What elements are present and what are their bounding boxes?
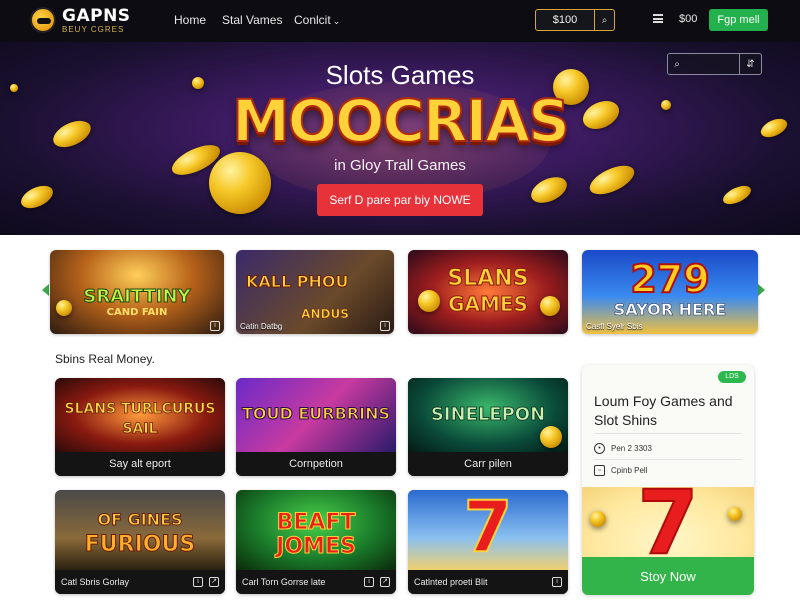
game-subtitle: GAMES — [448, 292, 529, 316]
carousel-prev-arrow[interactable] — [42, 284, 49, 296]
game-art — [55, 490, 225, 570]
game-subtitle: CAND FAIN — [106, 307, 168, 318]
game-caption: Casfl Syelr Sbis — [586, 322, 643, 331]
game-subtitle: SAYOR HERE — [613, 300, 727, 319]
logo-text: GAPNS — [62, 6, 131, 26]
info-icon[interactable]: i — [193, 577, 203, 587]
game-card[interactable]: BEAFT JOMES Carl Torn Gorrse late i ↗ — [236, 490, 396, 594]
game-card[interactable]: 7 Catlnted proeti Blit i — [408, 490, 568, 594]
game-card[interactable]: SLANS TURLCURUS SAIL Say alt eport — [55, 378, 225, 476]
phone-icon: • — [594, 443, 605, 454]
promo-panel: LDS Loum Foy Games and Slot Shins • Pen … — [582, 365, 754, 595]
hero-search-input[interactable] — [686, 58, 739, 70]
logo-mascot-icon — [30, 7, 56, 33]
section-title: Sbins Real Money. — [55, 352, 155, 366]
game-label: Say alt eport — [55, 452, 225, 476]
hero-search-bar[interactable]: ⌕ ⇵ — [667, 53, 762, 75]
coin-icon — [540, 426, 562, 448]
info-icon[interactable]: i — [380, 321, 390, 331]
game-title: BEAFT — [276, 510, 356, 535]
nav-amount-value: $100 — [552, 14, 578, 26]
game-card[interactable]: SINELEPON Carr pilen — [408, 378, 568, 476]
nav-amount-field[interactable]: $100 ⌕ — [535, 9, 615, 31]
promo-row-phone: • Pen 2 3303 — [594, 443, 652, 454]
info-icon[interactable]: i — [552, 577, 562, 587]
featured-game-card[interactable]: SLANS GAMES — [408, 250, 568, 334]
balance-text: $00 — [679, 13, 698, 25]
game-title: SLANS TURLCURUS — [64, 401, 216, 417]
game-title: KALL PHOU — [246, 272, 349, 291]
promo-title: Loum Foy Games and Slot Shins — [594, 393, 733, 428]
hero-title: MOOCRIAS — [231, 86, 571, 156]
nav-link-home[interactable]: Home — [174, 13, 206, 27]
gift-icon: ▫ — [594, 465, 605, 476]
game-label: Cornpetion — [236, 452, 396, 476]
share-icon[interactable]: ↗ — [209, 577, 219, 587]
divider — [594, 459, 742, 460]
game-card[interactable]: OF GINES FURIOUS Catl Sbris Gorlay i ↗ — [55, 490, 225, 594]
game-label: Catlnted proeti Blit — [408, 570, 568, 594]
game-label: Carr pilen — [408, 452, 568, 476]
coin-icon — [728, 507, 742, 521]
promo-badge: LDS — [718, 371, 746, 383]
logo-subtitle: BEUY CGRES — [62, 25, 125, 34]
game-subtitle: ANDUS — [301, 307, 349, 321]
top-nav: GAPNS BEUY CGRES Home Stal Vames Conlcit… — [0, 0, 800, 42]
divider — [594, 433, 742, 434]
hero-play-button[interactable]: Serf D pare par biy NOWE — [317, 184, 483, 216]
coin-icon — [527, 172, 571, 208]
game-card[interactable]: TOUD EURBRINS Cornpetion — [236, 378, 396, 476]
hero-banner: Slots Games MOOCRIAS in Gloy Trall Games… — [0, 42, 800, 235]
nav-link-contact-label: Conlcit — [294, 13, 331, 27]
chevron-down-icon: ⌄ — [332, 16, 341, 26]
featured-game-card[interactable]: KALL PHOU ANDUS Catin Datbg i — [236, 250, 394, 334]
game-title: SRAITTINY — [83, 286, 191, 307]
info-icon[interactable]: i — [364, 577, 374, 587]
game-subtitle: JOMES — [276, 534, 357, 559]
game-title: 7 — [463, 490, 514, 568]
nav-link-slot-games[interactable]: Stal Vames — [222, 13, 282, 27]
info-icon[interactable]: i — [210, 321, 220, 331]
game-title: OF GINES — [97, 510, 183, 529]
filter-icon[interactable]: ⇵ — [739, 54, 761, 74]
coin-icon — [590, 511, 606, 527]
nav-link-contact[interactable]: Conlcit ⌄ — [294, 13, 340, 27]
signup-button[interactable]: Fgp mell — [709, 9, 768, 31]
coin-icon — [720, 182, 754, 208]
play-now-button[interactable]: Stoy Now — [582, 557, 754, 595]
search-icon[interactable]: ⌕ — [594, 10, 614, 30]
menu-icon[interactable] — [653, 14, 663, 23]
game-title: SINELEPON — [430, 404, 546, 425]
game-caption: Catin Datbg — [240, 322, 283, 331]
coin-icon — [17, 181, 57, 213]
game-title: TOUD EURBRINS — [242, 404, 391, 423]
game-title: SLANS — [447, 266, 529, 291]
share-icon[interactable]: ↗ — [380, 577, 390, 587]
featured-game-card[interactable]: 279 SAYOR HERE Casfl Syelr Sbis — [582, 250, 758, 334]
logo[interactable]: GAPNS BEUY CGRES — [30, 4, 140, 38]
hero-subtitle-bottom: in Gloy Trall Games — [334, 157, 466, 174]
search-icon: ⌕ — [674, 58, 680, 70]
promo-row-text: Pen 2 3303 — [611, 444, 652, 453]
game-title: 279 — [629, 257, 710, 301]
game-subtitle: FURIOUS — [84, 532, 196, 557]
game-subtitle: SAIL — [122, 421, 158, 437]
lucky-seven-icon: 7 — [636, 471, 699, 574]
carousel-next-arrow[interactable] — [758, 284, 765, 296]
featured-game-card[interactable]: SRAITTINY CAND FAIN i — [50, 250, 224, 334]
